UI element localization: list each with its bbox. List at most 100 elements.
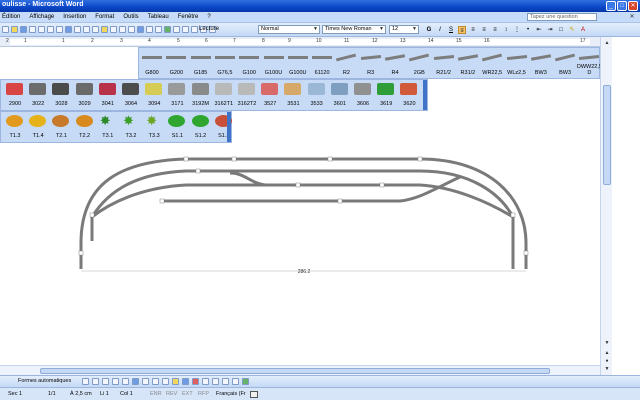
arrow-icon[interactable] bbox=[92, 378, 99, 385]
status-revisions[interactable]: REV bbox=[166, 391, 177, 397]
next-page-icon[interactable]: ▼ bbox=[603, 365, 611, 373]
rectangle-icon[interactable] bbox=[102, 378, 109, 385]
spelling-icon[interactable] bbox=[65, 26, 72, 33]
fill-color-icon[interactable] bbox=[172, 378, 179, 385]
font-size-select[interactable]: 12 ▼ bbox=[389, 25, 419, 34]
copy-icon[interactable] bbox=[92, 26, 99, 33]
numbering-icon[interactable]: ⋮ bbox=[513, 26, 521, 34]
columns-icon[interactable] bbox=[173, 26, 180, 33]
minimize-button[interactable]: _ bbox=[606, 1, 616, 11]
part-button[interactable]: S1.3 bbox=[212, 112, 236, 143]
insert-table-icon[interactable] bbox=[155, 26, 162, 33]
toolbar-options-icon[interactable] bbox=[423, 80, 427, 110]
joint-marker[interactable] bbox=[159, 198, 165, 204]
track-shape-button[interactable]: R3 bbox=[358, 48, 384, 80]
save-icon[interactable] bbox=[20, 26, 27, 33]
insert-picture-icon[interactable] bbox=[162, 378, 169, 385]
underline-button[interactable]: S bbox=[447, 26, 455, 34]
increase-indent-icon[interactable]: ⇥ bbox=[546, 26, 554, 34]
font-select[interactable]: Times New Roman ▼ bbox=[322, 25, 386, 34]
vertical-scrollbar[interactable]: ▲ ▼ ▲ ● ▼ bbox=[600, 37, 612, 375]
justify-icon[interactable]: ≡ bbox=[491, 26, 499, 34]
reading-mode-button[interactable]: Lecture bbox=[199, 26, 219, 32]
open-icon[interactable] bbox=[11, 26, 18, 33]
track-shape-button[interactable]: G200 bbox=[163, 48, 189, 80]
redo-icon[interactable] bbox=[128, 26, 135, 33]
arrow-style-icon[interactable] bbox=[222, 378, 229, 385]
line-style-icon[interactable] bbox=[202, 378, 209, 385]
track-shape-button[interactable]: G185 bbox=[188, 48, 214, 80]
track-shape-button[interactable]: BW3 bbox=[552, 48, 578, 80]
oval-icon[interactable] bbox=[112, 378, 119, 385]
clip-art-icon[interactable] bbox=[152, 378, 159, 385]
track-shape-button[interactable]: R31/2 bbox=[455, 48, 481, 80]
joint-marker[interactable] bbox=[510, 212, 516, 218]
text-box-icon[interactable] bbox=[122, 378, 129, 385]
close-button[interactable]: ✕ bbox=[628, 1, 638, 11]
track-shape-button[interactable]: R4 bbox=[382, 48, 408, 80]
document-canvas[interactable]: 286.2 bbox=[0, 143, 600, 375]
track-shape-button[interactable]: R2 bbox=[333, 48, 359, 80]
scroll-up-icon[interactable]: ▲ bbox=[603, 39, 611, 47]
track-shape-button[interactable]: G76,5 bbox=[212, 48, 238, 80]
format-painter-icon[interactable] bbox=[110, 26, 117, 33]
style-select[interactable]: Normal ▼ bbox=[258, 25, 320, 34]
track-shape-button[interactable]: G100U bbox=[261, 48, 287, 80]
horizontal-scroll-thumb[interactable] bbox=[40, 368, 550, 374]
menu-window[interactable]: Fenêtre bbox=[178, 14, 199, 20]
menu-tools[interactable]: Outils bbox=[123, 14, 138, 20]
part-button[interactable]: 3620 bbox=[397, 80, 421, 111]
toolbar-options-icon[interactable] bbox=[227, 112, 231, 142]
menu-table[interactable]: Tableau bbox=[148, 14, 169, 20]
hyperlink-icon[interactable] bbox=[137, 26, 144, 33]
joint-marker[interactable] bbox=[327, 156, 333, 162]
track-shape-button[interactable]: 2GB bbox=[406, 48, 432, 80]
document-close-icon[interactable]: ✕ bbox=[628, 13, 636, 21]
joint-marker[interactable] bbox=[417, 156, 423, 162]
menu-insert[interactable]: Insertion bbox=[63, 14, 86, 20]
bold-button[interactable]: G bbox=[425, 26, 433, 34]
permission-icon[interactable] bbox=[29, 26, 36, 33]
font-color-icon[interactable]: A bbox=[579, 26, 587, 34]
track-shape-button[interactable]: WR22,5 bbox=[479, 48, 505, 80]
paste-icon[interactable] bbox=[101, 26, 108, 33]
help-search-input[interactable]: Tapez une question bbox=[527, 13, 597, 21]
joint-marker[interactable] bbox=[78, 250, 84, 256]
line-spacing-icon[interactable]: ↕ bbox=[502, 26, 510, 34]
joint-marker[interactable] bbox=[337, 198, 343, 204]
scroll-down-icon[interactable]: ▼ bbox=[603, 339, 611, 347]
decrease-indent-icon[interactable]: ⇤ bbox=[535, 26, 543, 34]
joint-marker[interactable] bbox=[295, 182, 301, 188]
status-record[interactable]: ENR bbox=[150, 391, 162, 397]
joint-marker[interactable] bbox=[231, 156, 237, 162]
joint-marker[interactable] bbox=[89, 212, 95, 218]
insert-excel-icon[interactable] bbox=[164, 26, 171, 33]
font-color-icon[interactable] bbox=[192, 378, 199, 385]
horizontal-ruler[interactable]: 2 1 1 2 3 4 5 6 7 8 9 10 11 12 13 14 15 … bbox=[0, 37, 600, 47]
tables-borders-icon[interactable] bbox=[146, 26, 153, 33]
cut-icon[interactable] bbox=[83, 26, 90, 33]
diagram-icon[interactable] bbox=[142, 378, 149, 385]
status-extend[interactable]: EXT bbox=[182, 391, 193, 397]
undo-icon[interactable] bbox=[119, 26, 126, 33]
print-preview-icon[interactable] bbox=[56, 26, 63, 33]
track-shape-button[interactable]: G100 bbox=[236, 48, 262, 80]
joint-marker[interactable] bbox=[523, 250, 529, 256]
joint-marker[interactable] bbox=[195, 168, 201, 174]
align-right-icon[interactable]: ≡ bbox=[480, 26, 488, 34]
track-shape-button[interactable]: WLz2,5 bbox=[504, 48, 530, 80]
line-icon[interactable] bbox=[82, 378, 89, 385]
joint-marker[interactable] bbox=[379, 182, 385, 188]
track-shape-button[interactable]: G100U bbox=[285, 48, 311, 80]
print-icon[interactable] bbox=[47, 26, 54, 33]
line-color-icon[interactable] bbox=[182, 378, 189, 385]
track-shape-button[interactable]: G800 bbox=[139, 48, 165, 80]
dash-style-icon[interactable] bbox=[212, 378, 219, 385]
italic-button[interactable]: I bbox=[436, 26, 444, 34]
joint-marker[interactable] bbox=[183, 156, 189, 162]
menu-view[interactable]: Affichage bbox=[29, 14, 54, 20]
document-map-icon[interactable] bbox=[191, 26, 198, 33]
spelling-status-icon[interactable] bbox=[250, 391, 258, 398]
wordart-icon[interactable] bbox=[132, 378, 139, 385]
status-overtype[interactable]: RFP bbox=[198, 391, 209, 397]
